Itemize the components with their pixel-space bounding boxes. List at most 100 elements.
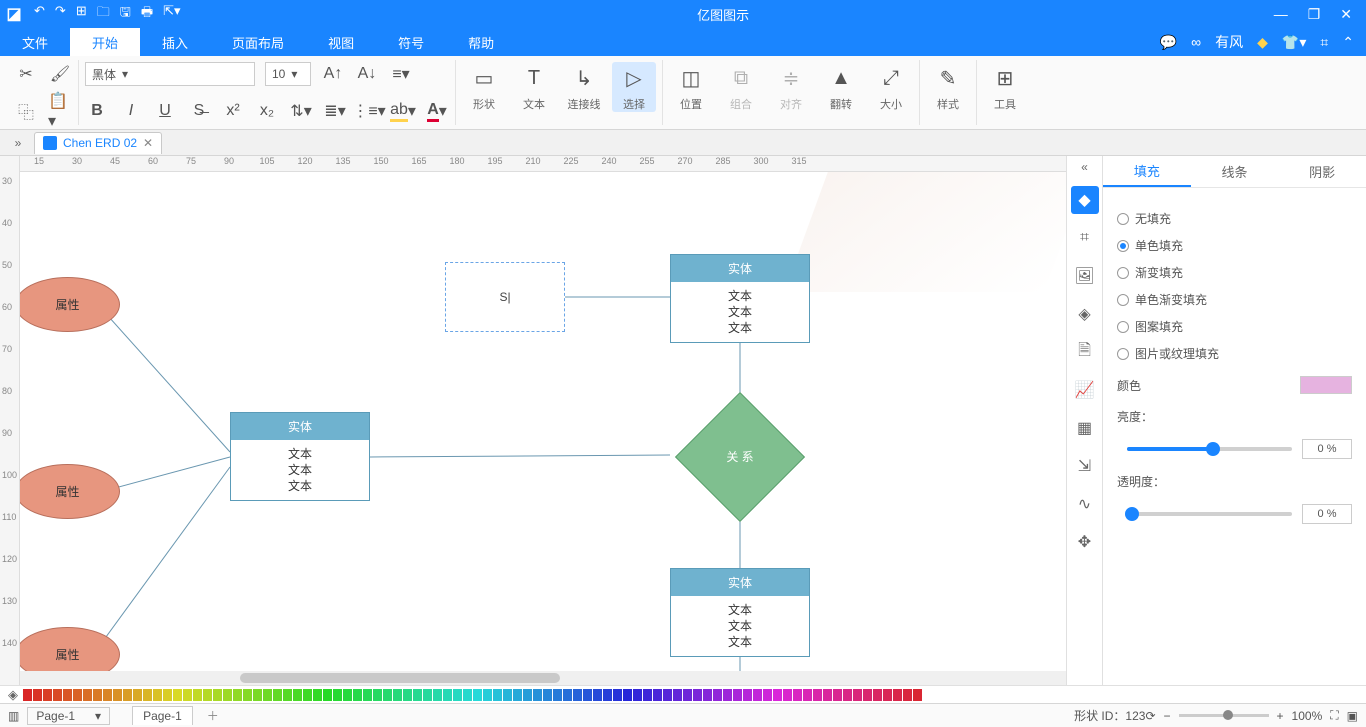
color-swatch[interactable] [313, 689, 322, 701]
menu-help[interactable]: 帮助 [446, 28, 516, 56]
color-swatch[interactable] [523, 689, 532, 701]
copy-icon[interactable]: ⿻ [14, 99, 38, 123]
color-swatch[interactable] [83, 689, 92, 701]
zoom-slider[interactable] [1179, 714, 1269, 717]
color-swatch[interactable] [743, 689, 752, 701]
entity-shape[interactable]: 实体 文本文本文本 [670, 568, 810, 657]
color-swatch[interactable] [763, 689, 772, 701]
fit-page-icon[interactable]: ⛶ [1330, 708, 1338, 723]
color-swatch[interactable] [723, 689, 732, 701]
color-swatch[interactable] [543, 689, 552, 701]
color-swatch[interactable] [603, 689, 612, 701]
shirt-icon[interactable]: 👕▾ [1282, 34, 1306, 51]
maximize-icon[interactable]: ❐ [1308, 6, 1321, 23]
highlight-icon[interactable]: ab▾ [391, 99, 415, 123]
color-swatch[interactable] [213, 689, 222, 701]
new-icon[interactable]: ⊞ [76, 3, 87, 25]
menu-start[interactable]: 开始 [70, 28, 140, 56]
color-swatch[interactable] [563, 689, 572, 701]
menu-layout[interactable]: 页面布局 [210, 28, 306, 56]
color-swatch[interactable] [143, 689, 152, 701]
attribute-shape[interactable]: 属性 [20, 277, 120, 332]
color-swatch[interactable] [23, 689, 32, 701]
color-swatch[interactable] [753, 689, 762, 701]
diamond-icon[interactable]: ◆ [1257, 34, 1268, 51]
font-color-icon[interactable]: A▾ [425, 99, 449, 123]
subscript-icon[interactable]: x₂ [255, 99, 279, 123]
shapes-panel-icon[interactable]: ⌗ [1071, 224, 1099, 252]
text-button[interactable]: T文本 [512, 62, 556, 112]
export-panel-icon[interactable]: ⇲ [1071, 452, 1099, 480]
color-swatch[interactable] [423, 689, 432, 701]
color-swatch[interactable] [583, 689, 592, 701]
flip-button[interactable]: ▲翻转 [819, 62, 863, 112]
horizontal-scrollbar[interactable] [20, 671, 1066, 685]
color-swatch[interactable] [193, 689, 202, 701]
color-swatch[interactable] [683, 689, 692, 701]
panel-tab-line[interactable]: 线条 [1191, 156, 1279, 187]
image-panel-icon[interactable]: 🖼 [1071, 262, 1099, 290]
color-swatch[interactable] [353, 689, 362, 701]
color-swatch[interactable] [433, 689, 442, 701]
size-button[interactable]: ⤢大小 [869, 62, 913, 112]
editing-text-shape[interactable]: S| [445, 262, 565, 332]
collapse-ribbon-icon[interactable]: ⌃ [1342, 34, 1354, 51]
color-swatch[interactable] [863, 689, 872, 701]
color-swatch[interactable] [33, 689, 42, 701]
table-panel-icon[interactable]: ▦ [1071, 414, 1099, 442]
color-swatch[interactable] [153, 689, 162, 701]
page-selector[interactable]: Page-1▾ [27, 707, 110, 725]
color-swatch[interactable] [443, 689, 452, 701]
color-swatch[interactable] [233, 689, 242, 701]
open-icon[interactable]: 🗀 [97, 3, 110, 25]
italic-icon[interactable]: I [119, 99, 143, 123]
strike-icon[interactable]: S̶ [187, 99, 211, 123]
fill-mono-gradient-radio[interactable]: 单色渐变填充 [1117, 291, 1352, 308]
color-swatch[interactable] [483, 689, 492, 701]
color-swatch[interactable] [413, 689, 422, 701]
add-page-icon[interactable]: ＋ [207, 707, 219, 724]
fill-panel-icon[interactable]: ◆ [1071, 186, 1099, 214]
color-swatch[interactable] [113, 689, 122, 701]
color-swatch[interactable] [643, 689, 652, 701]
color-swatch[interactable] [593, 689, 602, 701]
panel-tab-shadow[interactable]: 阴影 [1278, 156, 1366, 187]
color-swatch[interactable] [633, 689, 642, 701]
zoom-out-icon[interactable]: − [1164, 709, 1171, 723]
color-swatch[interactable] [43, 689, 52, 701]
style-button[interactable]: ✎样式 [926, 62, 970, 112]
chat-icon[interactable]: 💬 [1160, 34, 1177, 51]
color-swatch[interactable] [573, 689, 582, 701]
color-swatch[interactable] [103, 689, 112, 701]
color-swatch[interactable] [673, 689, 682, 701]
bullets-icon[interactable]: ⋮≡▾ [357, 99, 381, 123]
color-swatch[interactable] [173, 689, 182, 701]
relationship-shape[interactable]: 关 系 [675, 422, 805, 492]
color-swatch[interactable] [63, 689, 72, 701]
color-swatch[interactable] [733, 689, 742, 701]
color-swatch[interactable] [783, 689, 792, 701]
select-button[interactable]: ▷选择 [612, 62, 656, 112]
color-swatch[interactable] [343, 689, 352, 701]
expand-left-panel-icon[interactable]: » [4, 136, 32, 150]
decrease-font-icon[interactable]: A↓ [355, 62, 379, 86]
entity-shape[interactable]: 实体 文本文本文本 [230, 412, 370, 501]
misc-panel-icon[interactable]: ✥ [1071, 528, 1099, 556]
fill-texture-radio[interactable]: 图片或纹理填充 [1117, 345, 1352, 362]
brightness-slider[interactable] [1127, 447, 1292, 451]
format-painter-icon[interactable]: 🖌 [48, 62, 72, 86]
apps-icon[interactable]: ⌗ [1320, 34, 1328, 51]
color-swatch[interactable] [373, 689, 382, 701]
attribute-shape[interactable]: 属性 [20, 464, 120, 519]
app-logo-icon[interactable]: ◪ [0, 4, 28, 24]
color-swatch[interactable] [183, 689, 192, 701]
opacity-slider[interactable] [1127, 512, 1292, 516]
fill-pattern-radio[interactable]: 图案填充 [1117, 318, 1352, 335]
color-swatch[interactable] [243, 689, 252, 701]
page-tab[interactable]: Page-1 [132, 706, 193, 725]
paste-icon[interactable]: 📋▾ [48, 99, 72, 123]
opacity-value[interactable]: 0 % [1302, 504, 1352, 524]
fill-solid-radio[interactable]: 单色填充 [1117, 237, 1352, 254]
color-swatch[interactable] [273, 689, 282, 701]
color-swatch[interactable] [873, 689, 882, 701]
